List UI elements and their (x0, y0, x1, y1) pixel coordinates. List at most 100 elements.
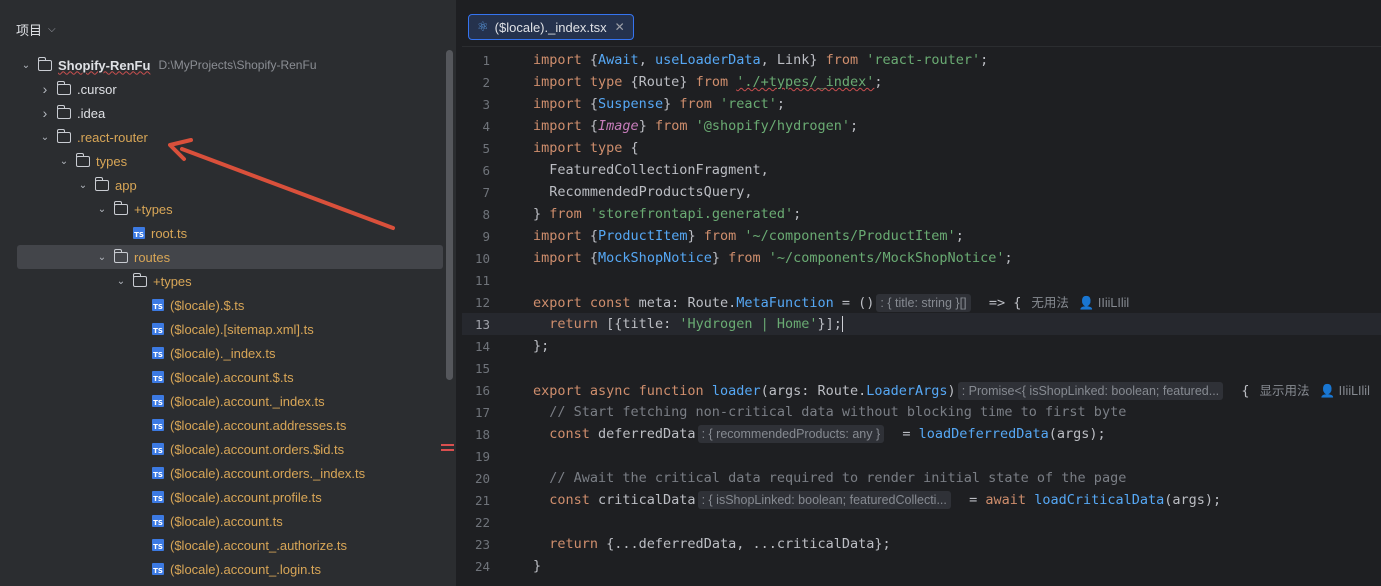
code-line[interactable]: 7 RecommendedProductsQuery, (462, 181, 1381, 203)
code-token: from (728, 250, 769, 266)
code-token: (args); (1048, 426, 1106, 442)
code-line[interactable]: 13 return [{title: 'Hydrogen | Home'}]; (462, 313, 1381, 335)
code-token: { (589, 118, 599, 134)
code-token: = (952, 492, 986, 508)
code-text: } from 'storefrontapi.generated'; (533, 206, 801, 222)
line-number: 19 (474, 448, 490, 464)
tab-locale-index[interactable]: ⚛ ($locale)._index.tsx ✕ (468, 14, 634, 40)
code-text: return {...deferredData, ...criticalData… (533, 536, 890, 552)
chevron-down-icon[interactable]: ⌄ (39, 131, 51, 143)
code-line[interactable]: 11 (462, 269, 1381, 291)
code-line[interactable]: 18 const deferredData: { recommendedProd… (462, 423, 1381, 445)
code-token: useLoaderData (654, 52, 761, 68)
tree-item[interactable]: TS ($locale).account.orders.$id.ts (0, 437, 456, 461)
typescript-file-icon: TS (152, 371, 164, 383)
code-line[interactable]: 10 import {MockShopNotice} from '~/compon… (462, 247, 1381, 269)
project-view-selector[interactable]: 项目 ⌵ (16, 20, 56, 39)
typescript-file-icon: TS (152, 299, 164, 311)
code-line[interactable]: 16 export async function loader(args: Rou… (462, 379, 1381, 401)
code-line[interactable]: 9 import {ProductItem} from '~/components… (462, 225, 1381, 247)
code-token: } (638, 118, 655, 134)
tree-item-label: ($locale).account.orders._index.ts (170, 465, 366, 481)
tree-item[interactable]: TS ($locale).account.ts (0, 509, 456, 533)
chevron-down-icon[interactable]: ⌄ (96, 251, 108, 263)
code-line[interactable]: 4 import {Image} from '@shopify/hydrogen'… (462, 115, 1381, 137)
code-text: import {Image} from '@shopify/hydrogen'; (533, 118, 858, 134)
code-line[interactable]: 23 return {...deferredData, ...criticalD… (462, 533, 1381, 555)
code-line[interactable]: 3 import {Suspense} from 'react'; (462, 93, 1381, 115)
code-line[interactable]: 15 (462, 357, 1381, 379)
tree-item[interactable]: ⌄ +types (0, 269, 456, 293)
tree-item[interactable]: TS ($locale).account.orders._index.ts (0, 461, 456, 485)
code-token: from (703, 228, 745, 244)
code-token: const (533, 426, 599, 442)
tree-item[interactable]: TS root.ts (0, 221, 456, 245)
code-line[interactable]: 1 import {Await, useLoaderData, Link} fro… (462, 49, 1381, 71)
tree-item[interactable]: ⌄ types (0, 149, 456, 173)
code-line[interactable]: 12 export const meta: Route.MetaFunction … (462, 291, 1381, 313)
tree-item[interactable]: TS ($locale).account.$.ts (0, 365, 456, 389)
line-number: 17 (474, 404, 490, 420)
chevron-down-icon[interactable]: ⌄ (58, 155, 70, 167)
tree-item[interactable]: › .cursor (0, 77, 456, 101)
code-line[interactable]: 21 const criticalData: { isShopLinked: b… (462, 489, 1381, 511)
code-text: RecommendedProductsQuery, (533, 184, 752, 200)
code-vision-usage[interactable]: 👤 IIiiLIlil (1079, 296, 1129, 310)
typescript-file-icon: TS (152, 467, 164, 479)
code-line[interactable]: 6 FeaturedCollectionFragment, (462, 159, 1381, 181)
code-token: deferredData (598, 426, 696, 442)
chevron-right-icon[interactable]: › (39, 81, 51, 97)
chevron-down-icon[interactable]: ⌄ (115, 275, 127, 287)
line-number: 4 (482, 118, 490, 134)
tree-item[interactable]: ⌄ app (0, 173, 456, 197)
code-vision-usage[interactable]: 显示用法 (1260, 384, 1310, 398)
tree-item-label: ($locale).account_.login.ts (170, 561, 322, 577)
tree-item-label: ($locale).account.orders.$id.ts (170, 441, 345, 457)
code-line[interactable]: 2 import type {Route} from './+types/_ind… (462, 71, 1381, 93)
code-token: , (638, 52, 655, 68)
code-line[interactable]: 19 (462, 445, 1381, 467)
code-line[interactable]: 24} (462, 555, 1381, 577)
code-token: from (549, 206, 590, 222)
tree-item[interactable]: TS ($locale).account.profile.ts (0, 485, 456, 509)
code-token: from (695, 74, 737, 90)
chevron-down-icon[interactable]: ⌄ (20, 59, 32, 71)
tree-item[interactable]: TS ($locale).$.ts (0, 293, 456, 317)
code-line[interactable]: 20 // Await the critical data required t… (462, 467, 1381, 489)
code-token: ; (793, 206, 802, 222)
code-token: ; (776, 96, 786, 112)
tree-item[interactable]: ⌄ .react-router (0, 125, 456, 149)
code-line[interactable]: 14}; (462, 335, 1381, 357)
tree-item-label: routes (134, 249, 171, 265)
tree-scrollbar[interactable] (446, 50, 453, 380)
tree-item[interactable]: › .idea (0, 101, 456, 125)
code-vision-usage[interactable]: 无用法 (1031, 296, 1069, 310)
tree-item[interactable]: TS ($locale)._index.ts (0, 341, 456, 365)
tree-item[interactable]: ⌄ Shopify-RenFu D:\MyProjects\Shopify-RenF… (0, 53, 456, 77)
tree-item[interactable]: TS ($locale).account_.authorize.ts (0, 533, 456, 557)
typescript-file-icon: TS (152, 563, 164, 575)
code-line[interactable]: 5 import type { (462, 137, 1381, 159)
code-token: import type (533, 74, 631, 90)
chevron-down-icon[interactable]: ⌄ (96, 203, 108, 215)
typescript-file-icon: TS (152, 515, 164, 527)
code-line[interactable]: 22 (462, 511, 1381, 533)
close-icon[interactable]: ✕ (615, 20, 625, 34)
line-number: 15 (474, 360, 490, 376)
chevron-right-icon[interactable]: › (39, 105, 51, 121)
tree-item[interactable]: TS ($locale).account.addresses.ts (0, 413, 456, 437)
tree-item[interactable]: ⌄ +types (0, 197, 456, 221)
tree-item[interactable]: TS ($locale).[sitemap.xml].ts (0, 317, 456, 341)
tree-item-label: types (96, 153, 128, 169)
tab-label: ($locale)._index.tsx (494, 19, 607, 35)
code-vision-usage[interactable]: 👤 IIiiLIlil (1320, 384, 1370, 398)
tree-item[interactable]: ⌄ routes (17, 245, 443, 269)
code-text: export const meta: Route.MetaFunction = … (533, 292, 1129, 312)
code-line[interactable]: 17 // Start fetching non-critical data w… (462, 401, 1381, 423)
tree-item[interactable]: TS ($locale).account_.login.ts (0, 557, 456, 581)
react-icon: ⚛ (477, 19, 489, 34)
chevron-down-icon[interactable]: ⌄ (77, 179, 89, 191)
code-line[interactable]: 8} from 'storefrontapi.generated'; (462, 203, 1381, 225)
tree-item[interactable]: TS ($locale).account._index.ts (0, 389, 456, 413)
